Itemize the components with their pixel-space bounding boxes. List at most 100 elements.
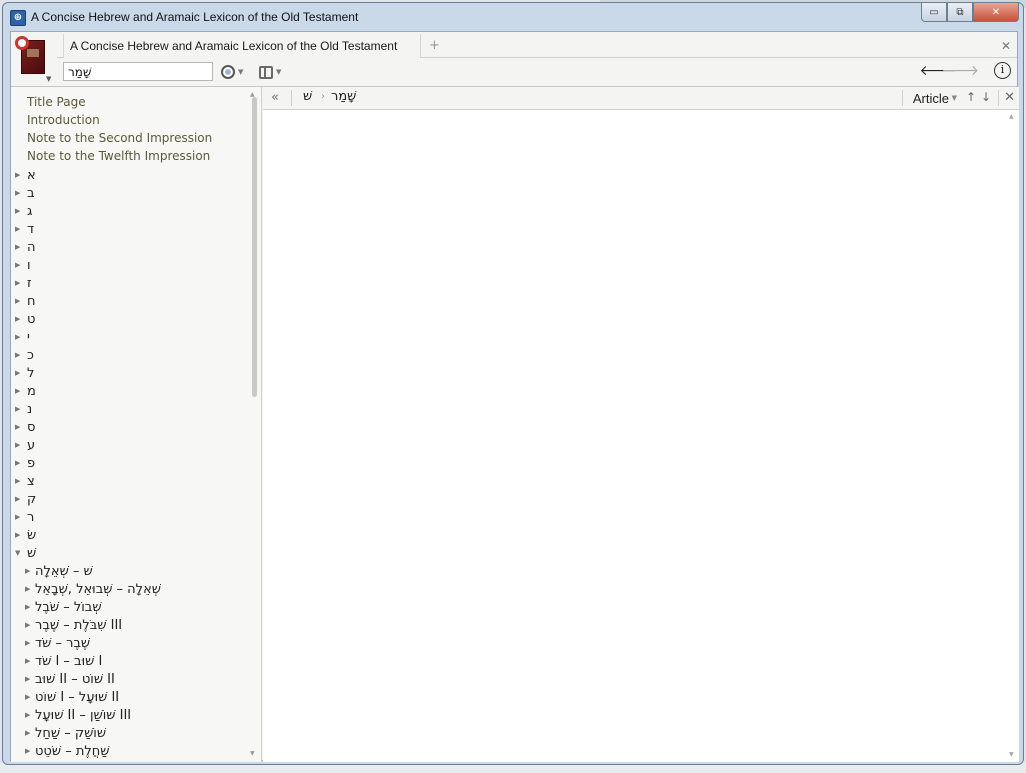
- expand-triangle-icon[interactable]: ▶: [15, 333, 27, 341]
- expand-triangle-icon[interactable]: ▶: [15, 495, 27, 503]
- toc-letter[interactable]: ▶ ע: [15, 436, 35, 454]
- expand-triangle-icon[interactable]: ▶: [15, 441, 27, 449]
- toc-item-introduction[interactable]: Introduction: [27, 113, 100, 127]
- toc-letter[interactable]: ▶ ה: [15, 238, 36, 256]
- toc-letter[interactable]: ▶ ר: [15, 508, 34, 526]
- toc-entry[interactable]: ▶ שְׁאֵלָה – שְׁבוּאֵל ,שְׁבָאֵל: [25, 580, 161, 598]
- bar-divider: [291, 90, 292, 106]
- expand-triangle-icon[interactable]: ▶: [15, 531, 27, 539]
- toc-entry[interactable]: ▶ שַׁחֲלֶת – שֹׁטֵט: [25, 742, 109, 760]
- expand-triangle-icon[interactable]: ▶: [15, 405, 27, 413]
- expand-triangle-icon[interactable]: ▶: [15, 423, 27, 431]
- toc-letter[interactable]: ▶ ח: [15, 292, 36, 310]
- toc-letter[interactable]: ▶ ס: [15, 418, 35, 436]
- add-tab-button[interactable]: +: [429, 38, 440, 53]
- toc-letter[interactable]: ▶ ג: [15, 202, 32, 220]
- expand-triangle-icon[interactable]: ▶: [15, 387, 27, 395]
- toc-letter[interactable]: ▶ ב: [15, 184, 35, 202]
- visual-filters-button[interactable]: ▼: [221, 63, 249, 81]
- panel-layout-button[interactable]: ▼: [259, 63, 289, 81]
- toc-letter[interactable]: ▶ פ: [15, 454, 35, 472]
- toc-letter[interactable]: ▶ שׂ: [15, 526, 36, 544]
- expand-triangle-icon[interactable]: ▶: [15, 369, 27, 377]
- toc-letter[interactable]: ▶ כ: [15, 346, 34, 364]
- expand-triangle-icon[interactable]: ▶: [15, 279, 27, 287]
- info-icon[interactable]: i: [994, 62, 1011, 79]
- expand-triangle-icon[interactable]: ▶: [25, 747, 35, 755]
- expand-triangle-icon[interactable]: ▶: [25, 639, 35, 647]
- expand-triangle-icon[interactable]: ▶: [25, 585, 35, 593]
- expand-triangle-icon[interactable]: ▶: [15, 261, 27, 269]
- title-bar[interactable]: ⊕ A Concise Hebrew and Aramaic Lexicon o…: [3, 3, 1023, 31]
- reference-input[interactable]: [63, 62, 213, 81]
- next-article-icon[interactable]: ↓: [981, 90, 991, 104]
- expand-triangle-icon[interactable]: ▶: [25, 729, 35, 737]
- expand-triangle-icon[interactable]: ▶: [15, 315, 27, 323]
- expand-triangle-icon[interactable]: ▶: [15, 225, 27, 233]
- chevron-down-icon: ▼: [276, 68, 282, 76]
- toc-scrollbar[interactable]: ▲ ▼: [249, 91, 258, 757]
- toc-entry[interactable]: ▶ שִׁבֹּלֶת – שֶׁבֶר III: [25, 616, 122, 634]
- breadcrumb-entry[interactable]: שָׁמַר: [331, 89, 356, 104]
- article-scrollbar[interactable]: ▲ ▼: [1007, 111, 1019, 762]
- close-window-button[interactable]: ✕: [973, 3, 1019, 22]
- expand-triangle-icon[interactable]: ▶: [25, 711, 35, 719]
- toc-item-note-second[interactable]: Note to the Second Impression: [27, 131, 212, 145]
- toc-entry[interactable]: ▶ שׁוּב II – שׁוֹט II: [25, 670, 115, 688]
- toc-letter[interactable]: ▶ נ: [15, 400, 32, 418]
- expand-triangle-icon[interactable]: ▶: [25, 675, 35, 683]
- toc-entry[interactable]: ▶ שׁוֹשַׁק – שַׁחַל: [25, 724, 106, 742]
- toc-entry[interactable]: ▶ שׁוּעָל II – שׁוֹשַׁן III: [25, 706, 131, 724]
- forward-arrow-icon[interactable]: 🡒: [941, 62, 979, 79]
- tab-resource[interactable]: A Concise Hebrew and Aramaic Lexicon of …: [63, 34, 421, 58]
- toc-entry[interactable]: ▶ שְׁבוֹל – שֹׁבֶל: [25, 598, 102, 616]
- toc-item-note-twelfth[interactable]: Note to the Twelfth Impression: [27, 149, 210, 163]
- toc-entry[interactable]: ▶ שׁוֹט I – שׁוּעָל II: [25, 688, 119, 706]
- toc-letter[interactable]: ▶ ט: [15, 310, 35, 328]
- toc-letter[interactable]: ▶ ל: [15, 364, 34, 382]
- expand-triangle-icon[interactable]: ▶: [15, 351, 27, 359]
- scroll-down-icon[interactable]: ▼: [1009, 751, 1014, 758]
- scroll-down-icon[interactable]: ▼: [250, 750, 255, 757]
- view-mode-dropdown[interactable]: Article: [913, 91, 949, 106]
- toc-letter-expanded[interactable]: ▼ שׁ: [15, 544, 36, 562]
- close-tab-button[interactable]: ✕: [1001, 39, 1011, 53]
- toc-letter[interactable]: ▶ מ: [15, 382, 36, 400]
- toc-scroll-thumb[interactable]: [252, 97, 257, 397]
- expand-triangle-icon[interactable]: ▶: [15, 189, 27, 197]
- expand-triangle-icon[interactable]: ▶: [25, 657, 35, 665]
- scroll-up-icon[interactable]: ▲: [1009, 113, 1014, 120]
- breadcrumb-letter[interactable]: שׁ: [303, 89, 312, 104]
- expand-triangle-icon[interactable]: ▶: [15, 513, 27, 521]
- expand-triangle-icon[interactable]: ▶: [15, 243, 27, 251]
- collapse-toc-button[interactable]: «: [271, 90, 279, 105]
- expand-triangle-icon[interactable]: ▶: [15, 171, 27, 179]
- chevron-down-icon[interactable]: ▼: [952, 94, 957, 102]
- expand-triangle-icon[interactable]: ▶: [25, 621, 35, 629]
- minimize-button[interactable]: ▭: [921, 3, 947, 22]
- maximize-button[interactable]: ⧉: [947, 3, 973, 22]
- toc-entry[interactable]: ▶ שׁ – שְׁאֵלָה: [25, 562, 93, 580]
- previous-article-icon[interactable]: ↑: [966, 90, 976, 104]
- toc-letter[interactable]: ▶ ד: [15, 220, 34, 238]
- toc-letter[interactable]: ▶ ז: [15, 274, 32, 292]
- expand-triangle-icon[interactable]: ▶: [15, 297, 27, 305]
- chevron-down-icon[interactable]: ▼: [46, 75, 51, 83]
- toc-entry[interactable]: ▶ שֹׁד I – שׁוּב I: [25, 652, 102, 670]
- expand-triangle-icon[interactable]: ▶: [25, 603, 35, 611]
- toc-letter[interactable]: ▶ צ: [15, 472, 35, 490]
- resource-panel: ▼ A Concise Hebrew and Aramaic Lexicon o…: [10, 31, 1019, 762]
- collapse-triangle-icon[interactable]: ▼: [15, 549, 27, 557]
- close-pane-icon[interactable]: ✕: [1004, 90, 1015, 105]
- expand-triangle-icon[interactable]: ▶: [15, 477, 27, 485]
- expand-triangle-icon[interactable]: ▶: [25, 693, 35, 701]
- toc-entry[interactable]: ▶ שֶׁבֶר – שֹׁד: [25, 634, 90, 652]
- toc-letter[interactable]: ▶ א: [15, 166, 36, 184]
- toc-letter[interactable]: ▶ ו: [15, 256, 31, 274]
- expand-triangle-icon[interactable]: ▶: [15, 459, 27, 467]
- toc-item-title-page[interactable]: Title Page: [27, 95, 86, 109]
- expand-triangle-icon[interactable]: ▶: [25, 567, 35, 575]
- toc-letter[interactable]: ▶ ק: [15, 490, 36, 508]
- toc-letter[interactable]: ▶ י: [15, 328, 30, 346]
- expand-triangle-icon[interactable]: ▶: [15, 207, 27, 215]
